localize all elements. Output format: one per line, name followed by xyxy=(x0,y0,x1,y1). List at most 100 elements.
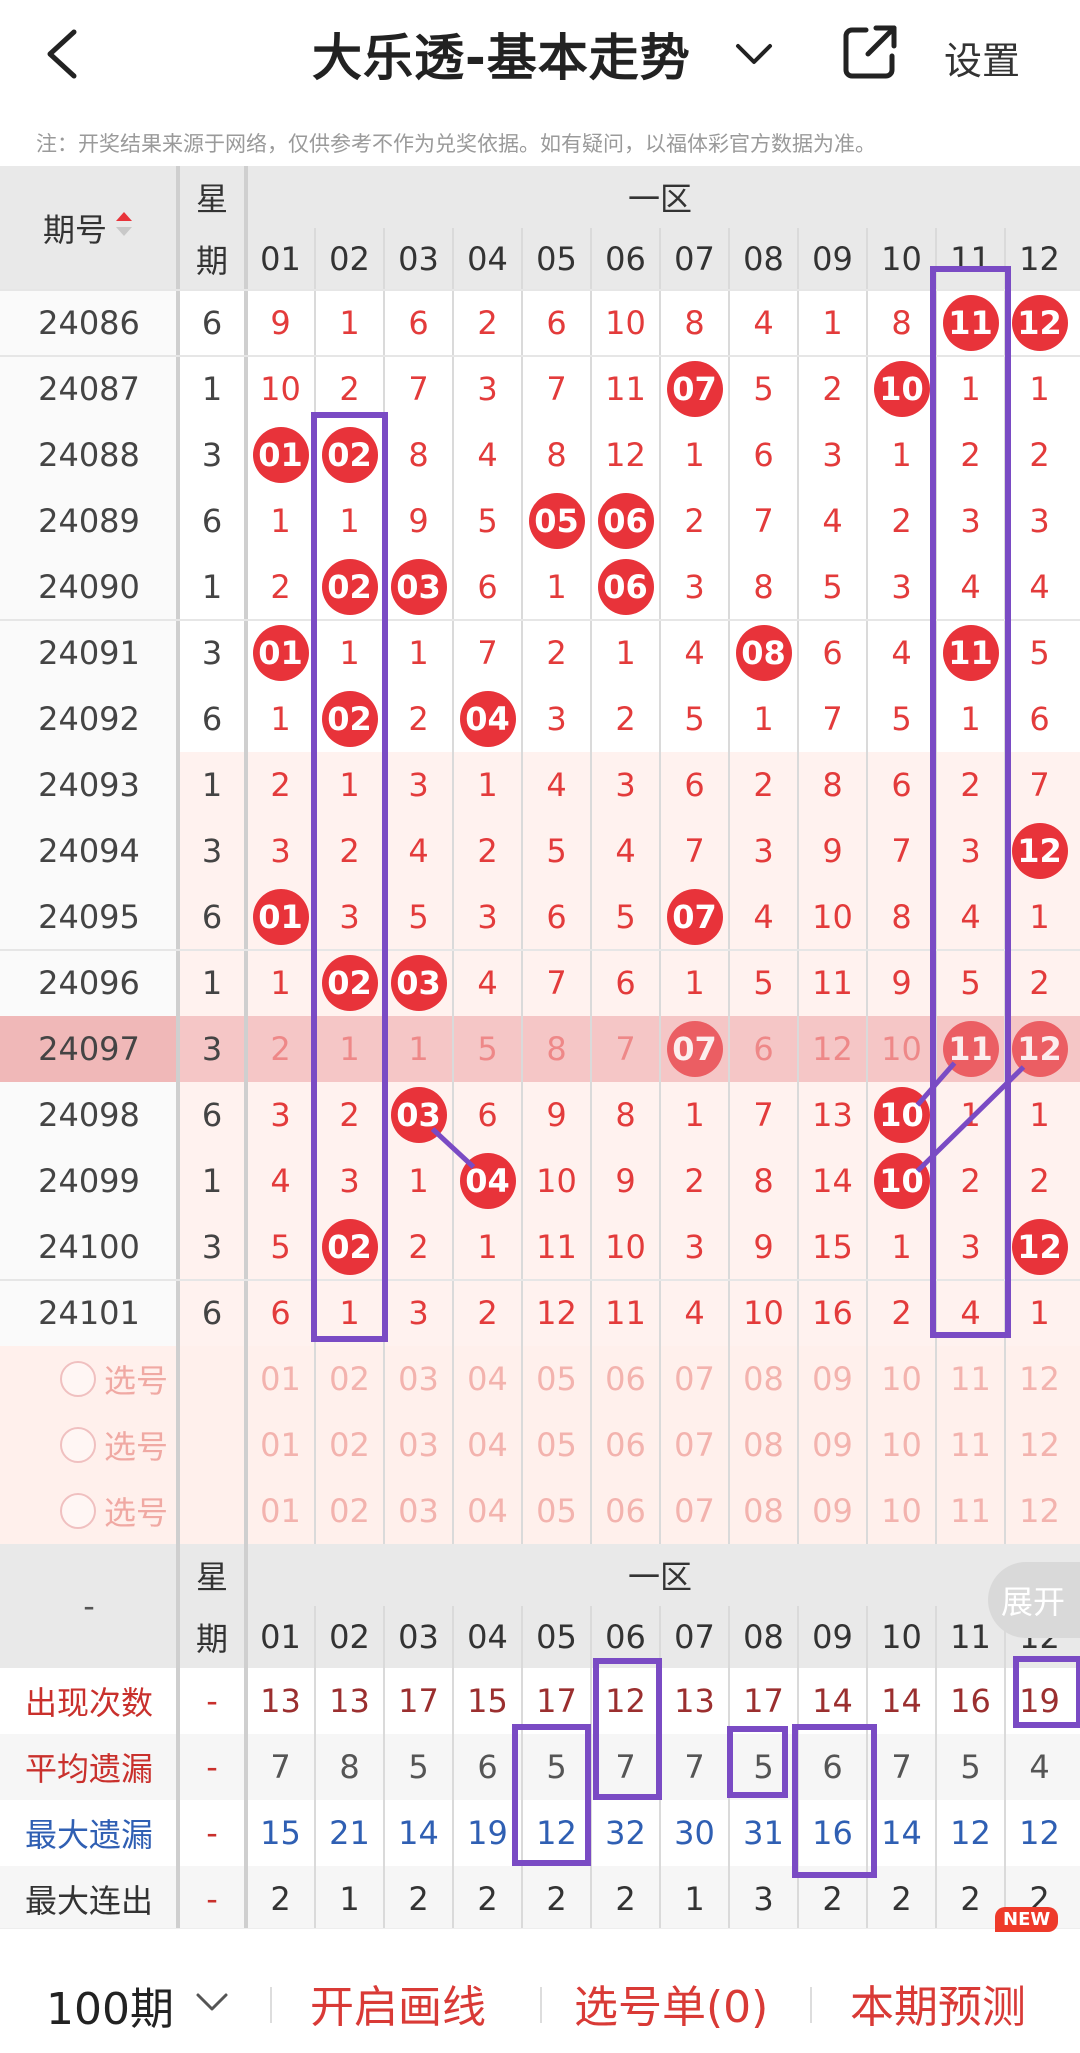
stats-value: 15 xyxy=(260,1814,301,1852)
chevron-down-icon[interactable] xyxy=(732,34,776,74)
omission-value: 2 xyxy=(615,700,636,738)
select-radio[interactable] xyxy=(60,1427,96,1463)
page-title[interactable]: 大乐透-基本走势 xyxy=(312,18,691,90)
back-arrow-icon[interactable] xyxy=(40,26,84,82)
select-number[interactable]: 12 xyxy=(1005,1346,1074,1412)
chevron-down-icon[interactable] xyxy=(192,1987,232,2017)
select-number[interactable]: 05 xyxy=(522,1478,591,1544)
omission-value: 6 xyxy=(408,304,429,342)
select-number[interactable]: 12 xyxy=(1005,1478,1074,1544)
select-number[interactable]: 05 xyxy=(522,1346,591,1412)
select-row-label[interactable]: 选号 xyxy=(104,1478,184,1544)
select-number[interactable]: 06 xyxy=(591,1346,660,1412)
omission-value: 1 xyxy=(684,436,705,474)
period-count-selector[interactable]: 100期 xyxy=(46,1973,174,2037)
omission-value: 7 xyxy=(753,502,774,540)
select-number[interactable]: 02 xyxy=(315,1478,384,1544)
winning-number-ball: 10 xyxy=(873,361,930,417)
stats-row-label: 出现次数 xyxy=(24,1684,153,1722)
stats-value: 21 xyxy=(329,1814,370,1852)
selection-list-button[interactable]: 选号单(0) xyxy=(574,1971,768,2035)
stats-value: 31 xyxy=(743,1814,784,1852)
omission-value: 2 xyxy=(408,700,429,738)
weekday-header: 星 xyxy=(195,1558,228,1596)
issue-header[interactable]: 期号 xyxy=(0,166,178,290)
select-row-label[interactable]: 选号 xyxy=(104,1346,184,1412)
omission-value: 12 xyxy=(536,1294,577,1332)
select-number[interactable]: 09 xyxy=(798,1346,867,1412)
omission-value: 2 xyxy=(753,766,774,804)
winning-number-ball: 12 xyxy=(1011,1219,1068,1275)
omission-value: 8 xyxy=(822,766,843,804)
omission-value: 1 xyxy=(1029,1096,1050,1134)
select-number[interactable]: 11 xyxy=(936,1346,1005,1412)
omission-value: 9 xyxy=(408,502,429,540)
select-number[interactable]: 09 xyxy=(798,1478,867,1544)
stats-value: 3 xyxy=(753,1880,774,1918)
winning-number-ball: 03 xyxy=(390,559,447,615)
omission-value: 8 xyxy=(408,436,429,474)
select-number[interactable]: 10 xyxy=(867,1478,936,1544)
omission-value: 1 xyxy=(270,964,291,1002)
new-badge: NEW xyxy=(995,1907,1059,1932)
trend-table: 期号星期一区 01 02 03 04 05 06 07 08 09 10 11 12 24086 6 9 1 6 2… xyxy=(0,166,1080,1932)
draw-lines-button[interactable]: 开启画线 xyxy=(310,1971,486,2035)
select-number[interactable]: 03 xyxy=(384,1412,453,1478)
settings-button[interactable]: 设置 xyxy=(944,30,1020,85)
omission-value: 1 xyxy=(684,1096,705,1134)
select-number[interactable]: 09 xyxy=(798,1412,867,1478)
divider xyxy=(270,1987,272,2023)
select-number[interactable]: 08 xyxy=(729,1478,798,1544)
share-icon[interactable] xyxy=(840,22,900,82)
select-number[interactable]: 08 xyxy=(729,1412,798,1478)
winning-number-ball: 01 xyxy=(252,427,309,483)
weekday-cell: 3 xyxy=(201,1030,223,1068)
select-number[interactable]: 01 xyxy=(246,1412,315,1478)
select-number[interactable]: 02 xyxy=(315,1412,384,1478)
select-number[interactable]: 07 xyxy=(660,1478,729,1544)
omission-value: 7 xyxy=(615,1030,636,1068)
expand-button[interactable]: 展开 xyxy=(988,1562,1080,1638)
select-row-label[interactable]: 选号 xyxy=(104,1412,184,1478)
omission-value: 3 xyxy=(408,766,429,804)
select-number[interactable]: 03 xyxy=(384,1346,453,1412)
select-radio[interactable] xyxy=(60,1361,96,1397)
column-header: 02 xyxy=(329,240,370,278)
stats-value: 5 xyxy=(960,1748,981,1786)
sort-icon[interactable] xyxy=(113,209,135,247)
select-number[interactable]: 11 xyxy=(936,1478,1005,1544)
select-number[interactable]: 02 xyxy=(315,1346,384,1412)
select-radio[interactable] xyxy=(60,1493,96,1529)
omission-value: 16 xyxy=(812,1294,853,1332)
select-number[interactable]: 08 xyxy=(729,1346,798,1412)
select-number[interactable]: 06 xyxy=(591,1478,660,1544)
select-number[interactable]: 04 xyxy=(453,1478,522,1544)
winning-number-ball: 07 xyxy=(666,889,723,945)
select-number[interactable]: 12 xyxy=(1005,1412,1074,1478)
omission-value: 3 xyxy=(270,1096,291,1134)
prediction-button[interactable]: 本期预测 xyxy=(850,1971,1026,2035)
omission-value: 7 xyxy=(408,370,429,408)
select-number[interactable]: 07 xyxy=(660,1346,729,1412)
select-number[interactable]: 07 xyxy=(660,1412,729,1478)
select-number[interactable]: 03 xyxy=(384,1478,453,1544)
select-number[interactable]: 06 xyxy=(591,1412,660,1478)
select-number[interactable]: 10 xyxy=(867,1346,936,1412)
select-number[interactable]: 05 xyxy=(522,1412,591,1478)
omission-value: 1 xyxy=(1029,898,1050,936)
omission-value: 2 xyxy=(477,832,498,870)
select-number[interactable]: 11 xyxy=(936,1412,1005,1478)
select-number[interactable]: 04 xyxy=(453,1346,522,1412)
omission-value: 1 xyxy=(270,502,291,540)
column-header: 07 xyxy=(674,1618,715,1656)
select-number[interactable]: 04 xyxy=(453,1412,522,1478)
omission-value: 1 xyxy=(615,634,636,672)
select-number[interactable]: 10 xyxy=(867,1412,936,1478)
winning-number-ball: 08 xyxy=(735,625,792,681)
bottom-toolbar: 100期 开启画线 选号单(0) 本期预测 xyxy=(0,1928,1080,2053)
row-divider xyxy=(0,949,1080,951)
weekday-cell: 1 xyxy=(201,1162,223,1200)
select-number[interactable]: 01 xyxy=(246,1478,315,1544)
column-divider xyxy=(797,228,799,1544)
select-number[interactable]: 01 xyxy=(246,1346,315,1412)
